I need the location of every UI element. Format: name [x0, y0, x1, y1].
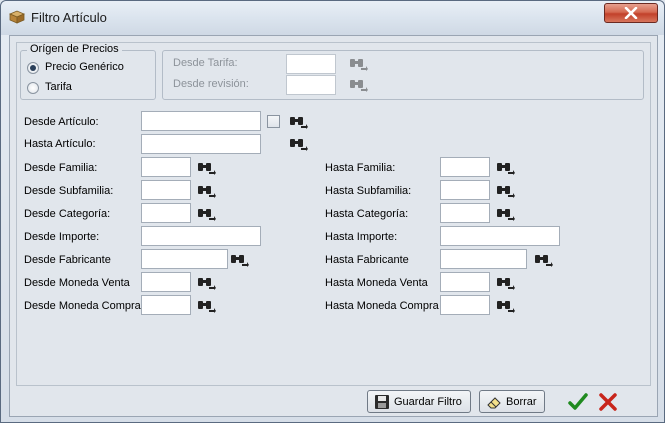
binoculars-icon[interactable]	[534, 253, 554, 267]
binoculars-icon[interactable]	[496, 299, 516, 313]
desde-categoria-field[interactable]	[141, 203, 191, 223]
hasta-articulo-field[interactable]	[141, 134, 261, 154]
close-icon	[624, 7, 638, 19]
hasta-importe-label: Hasta Importe:	[325, 231, 398, 243]
desde-articulo-label: Desde Artículo:	[24, 116, 99, 128]
floppy-disk-icon	[375, 394, 389, 409]
price-origin-group: Orígen de Precios Precio Genérico Tarifa	[20, 43, 156, 100]
close-button[interactable]	[604, 3, 658, 23]
desde-importe-label: Desde Importe:	[24, 231, 100, 243]
desde-moneda-compra-label: Desde Moneda Compra	[24, 300, 141, 312]
dialog-body: Orígen de Precios Precio Genérico Tarifa…	[9, 35, 658, 417]
binoculars-icon[interactable]	[349, 78, 369, 92]
radio-label-tarifa: Tarifa	[45, 81, 72, 93]
desde-familia-field[interactable]	[141, 157, 191, 177]
desde-importe-field[interactable]	[141, 226, 261, 246]
binoculars-icon[interactable]	[230, 253, 250, 267]
binoculars-icon[interactable]	[197, 184, 217, 198]
hasta-fabricante-label: Hasta Fabricante	[325, 254, 409, 266]
box-icon	[9, 10, 25, 24]
hasta-moneda-compra-label: Hasta Moneda Compra	[325, 300, 439, 312]
radio-tarifa[interactable]	[27, 82, 39, 94]
desde-fabricante-field[interactable]	[141, 249, 228, 269]
desde-familia-label: Desde Familia:	[24, 162, 98, 174]
title-bar[interactable]: Filtro Artículo	[1, 1, 664, 35]
desde-categoria-label: Desde Categoría:	[24, 208, 111, 220]
desde-fabricante-label: Desde Fabricante	[24, 254, 111, 266]
binoculars-icon[interactable]	[496, 161, 516, 175]
binoculars-icon[interactable]	[349, 57, 369, 71]
hasta-categoria-field[interactable]	[440, 203, 490, 223]
binoculars-icon[interactable]	[289, 115, 309, 129]
price-origin-title: Orígen de Precios	[27, 43, 122, 55]
hasta-subfamilia-field[interactable]	[440, 180, 490, 200]
desde-moneda-venta-label: Desde Moneda Venta	[24, 277, 130, 289]
hasta-articulo-label: Hasta Artículo:	[24, 138, 96, 150]
desde-tarifa-field[interactable]	[286, 54, 336, 74]
borrar-label: Borrar	[506, 395, 537, 408]
radio-label-precio-generico: Precio Genérico	[45, 61, 124, 73]
binoculars-icon[interactable]	[289, 137, 309, 151]
desde-articulo-field[interactable]	[141, 111, 261, 131]
eraser-icon	[487, 396, 501, 408]
desde-subfamilia-label: Desde Subfamilia:	[24, 185, 114, 197]
hasta-moneda-venta-label: Hasta Moneda Venta	[325, 277, 428, 289]
hasta-subfamilia-label: Hasta Subfamilia:	[325, 185, 412, 197]
binoculars-icon[interactable]	[496, 184, 516, 198]
articulo-checkbox[interactable]	[267, 115, 280, 128]
borrar-button[interactable]: Borrar	[479, 390, 545, 413]
window-title: Filtro Artículo	[31, 10, 107, 25]
desde-revision-field[interactable]	[286, 75, 336, 95]
filter-panel: Orígen de Precios Precio Genérico Tarifa…	[16, 42, 651, 386]
hasta-familia-field[interactable]	[440, 157, 490, 177]
hasta-importe-field[interactable]	[440, 226, 560, 246]
binoculars-icon[interactable]	[197, 299, 217, 313]
red-x-icon[interactable]	[598, 392, 618, 412]
binoculars-icon[interactable]	[197, 207, 217, 221]
hasta-moneda-compra-field[interactable]	[440, 295, 490, 315]
desde-subfamilia-field[interactable]	[141, 180, 191, 200]
dialog-window: Filtro Artículo Orígen de Precios Precio…	[0, 0, 665, 423]
binoculars-icon[interactable]	[496, 276, 516, 290]
hasta-familia-label: Hasta Familia:	[325, 162, 396, 174]
hasta-moneda-venta-field[interactable]	[440, 272, 490, 292]
binoculars-icon[interactable]	[197, 276, 217, 290]
radio-precio-generico[interactable]	[27, 62, 39, 74]
hasta-categoria-label: Hasta Categoría:	[325, 208, 409, 220]
hasta-fabricante-field[interactable]	[440, 249, 527, 269]
desde-moneda-compra-field[interactable]	[141, 295, 191, 315]
guardar-filtro-button[interactable]: Guardar Filtro	[367, 390, 471, 413]
checkmark-icon[interactable]	[568, 392, 588, 412]
guardar-filtro-label: Guardar Filtro	[394, 395, 462, 408]
desde-tarifa-label: Desde Tarifa:	[173, 57, 238, 69]
desde-moneda-venta-field[interactable]	[141, 272, 191, 292]
binoculars-icon[interactable]	[496, 207, 516, 221]
binoculars-icon[interactable]	[197, 161, 217, 175]
tariff-group: Desde Tarifa: Desde revisión:	[162, 50, 644, 100]
desde-revision-label: Desde revisión:	[173, 78, 249, 90]
